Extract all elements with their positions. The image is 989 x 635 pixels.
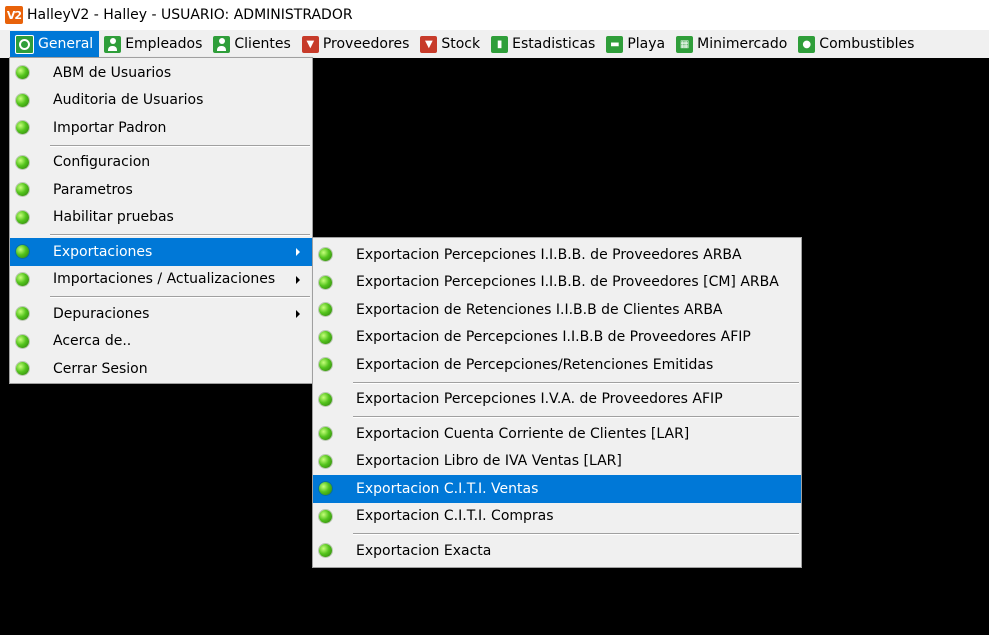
menu-stock[interactable]: ▼ Stock [415, 31, 486, 57]
menu-item-exportaciones[interactable]: Exportaciones [10, 238, 312, 266]
menu-separator [313, 530, 801, 537]
submenu-item-export-perc-iibb-arba[interactable]: Exportacion Percepciones I.I.B.B. de Pro… [313, 241, 801, 269]
green-dot-icon [16, 362, 29, 375]
menu-item-auditoria-usuarios[interactable]: Auditoria de Usuarios [10, 87, 312, 115]
menu-separator [313, 379, 801, 386]
menu-empleados-label: Empleados [125, 36, 203, 52]
green-dot-icon [16, 334, 29, 348]
menu-bar: General Empleados Clientes ▼ Proveedores… [0, 30, 989, 58]
submenu-arrow-icon [296, 310, 300, 318]
fuel-icon: ● [798, 35, 816, 53]
person-icon [104, 35, 122, 53]
menu-item-cerrar-sesion[interactable]: Cerrar Sesion [10, 355, 312, 383]
green-dot-icon [16, 155, 29, 169]
menu-combustibles[interactable]: ● Combustibles [793, 31, 920, 57]
menu-item-configuracion[interactable]: Configuracion [10, 149, 312, 177]
green-dot-icon [16, 66, 29, 79]
menu-separator [10, 293, 312, 300]
submenu-item-export-perc-iva-afip[interactable]: Exportacion Percepciones I.V.A. de Prove… [313, 386, 801, 414]
person-icon [213, 35, 231, 53]
menu-item-acerca-de[interactable]: Acerca de.. [10, 328, 312, 356]
menu-clientes[interactable]: Clientes [208, 31, 296, 57]
menu-item-depuraciones[interactable]: Depuraciones [10, 300, 312, 328]
menu-clientes-label: Clientes [234, 36, 291, 52]
menu-playa[interactable]: ▬ Playa [601, 31, 671, 57]
submenu-arrow-icon [296, 275, 300, 284]
gear-icon [15, 34, 34, 54]
submenu-item-export-libro-iva-lar[interactable]: Exportacion Libro de IVA Ventas [LAR] [313, 448, 801, 476]
green-dot-icon [16, 93, 29, 107]
menu-item-abm-usuarios[interactable]: ABM de Usuarios [10, 59, 312, 87]
menu-general[interactable]: General [10, 31, 100, 57]
submenu-arrow-icon [296, 248, 300, 256]
green-dot-icon [319, 544, 332, 557]
green-dot-icon [319, 482, 332, 495]
menu-item-habilitar-pruebas[interactable]: Habilitar pruebas [10, 204, 312, 232]
submenu-item-export-cta-cte-lar[interactable]: Exportacion Cuenta Corriente de Clientes… [313, 420, 801, 448]
menu-separator [313, 413, 801, 420]
submenu-item-export-exacta[interactable]: Exportacion Exacta [313, 537, 801, 565]
menu-playa-label: Playa [627, 36, 666, 52]
menu-item-parametros[interactable]: Parametros [10, 176, 312, 204]
chart-icon: ▮ [491, 35, 509, 53]
menu-estadisticas-label: Estadisticas [512, 36, 596, 52]
green-dot-icon [16, 307, 29, 320]
green-dot-icon [319, 509, 332, 523]
menu-separator [10, 231, 312, 238]
exportaciones-submenu: Exportacion Percepciones I.I.B.B. de Pro… [312, 237, 802, 568]
menu-proveedores-label: Proveedores [322, 36, 410, 52]
green-dot-icon [319, 392, 332, 406]
menu-proveedores[interactable]: ▼ Proveedores [297, 31, 416, 57]
menu-empleados[interactable]: Empleados [99, 31, 208, 57]
shop-icon: ▦ [676, 35, 694, 53]
menu-combustibles-label: Combustibles [819, 36, 915, 52]
car-icon: ▬ [606, 35, 624, 53]
cart-icon: ▼ [301, 35, 319, 53]
green-dot-icon [319, 454, 332, 468]
green-dot-icon [319, 248, 332, 261]
general-dropdown-menu: ABM de Usuarios Auditoria de Usuarios Im… [9, 57, 313, 384]
menu-estadisticas[interactable]: ▮ Estadisticas [486, 31, 601, 57]
menu-separator [10, 142, 312, 149]
green-dot-icon [319, 303, 332, 316]
submenu-item-export-perc-iibb-cm-arba[interactable]: Exportacion Percepciones I.I.B.B. de Pro… [313, 269, 801, 297]
green-dot-icon [16, 210, 29, 224]
menu-item-importaciones[interactable]: Importaciones / Actualizaciones [10, 266, 312, 294]
green-dot-icon [16, 245, 29, 258]
submenu-item-export-citi-compras[interactable]: Exportacion C.I.T.I. Compras [313, 503, 801, 531]
green-dot-icon [319, 275, 332, 289]
menu-minimercado[interactable]: ▦ Minimercado [671, 31, 793, 57]
green-dot-icon [16, 272, 29, 286]
window-title: HalleyV2 - Halley - USUARIO: ADMINISTRAD… [27, 7, 353, 23]
green-dot-icon [319, 358, 332, 371]
app-logo-icon: V2 [5, 6, 23, 24]
submenu-item-export-ret-iibb-arba[interactable]: Exportacion de Retenciones I.I.B.B de Cl… [313, 296, 801, 324]
menu-stock-label: Stock [441, 36, 481, 52]
submenu-item-export-citi-ventas[interactable]: Exportacion C.I.T.I. Ventas [313, 475, 801, 503]
cart-icon: ▼ [420, 35, 438, 53]
green-dot-icon [16, 121, 29, 134]
menu-minimercado-label: Minimercado [697, 36, 788, 52]
submenu-item-export-perc-ret-emitidas[interactable]: Exportacion de Percepciones/Retenciones … [313, 351, 801, 379]
submenu-item-export-perc-iibb-afip[interactable]: Exportacion de Percepciones I.I.B.B de P… [313, 324, 801, 352]
menu-general-label: General [38, 36, 94, 52]
menu-item-importar-padron[interactable]: Importar Padron [10, 114, 312, 142]
title-bar: V2 HalleyV2 - Halley - USUARIO: ADMINIST… [0, 0, 989, 30]
green-dot-icon [16, 183, 29, 196]
green-dot-icon [319, 330, 332, 344]
green-dot-icon [319, 427, 332, 440]
